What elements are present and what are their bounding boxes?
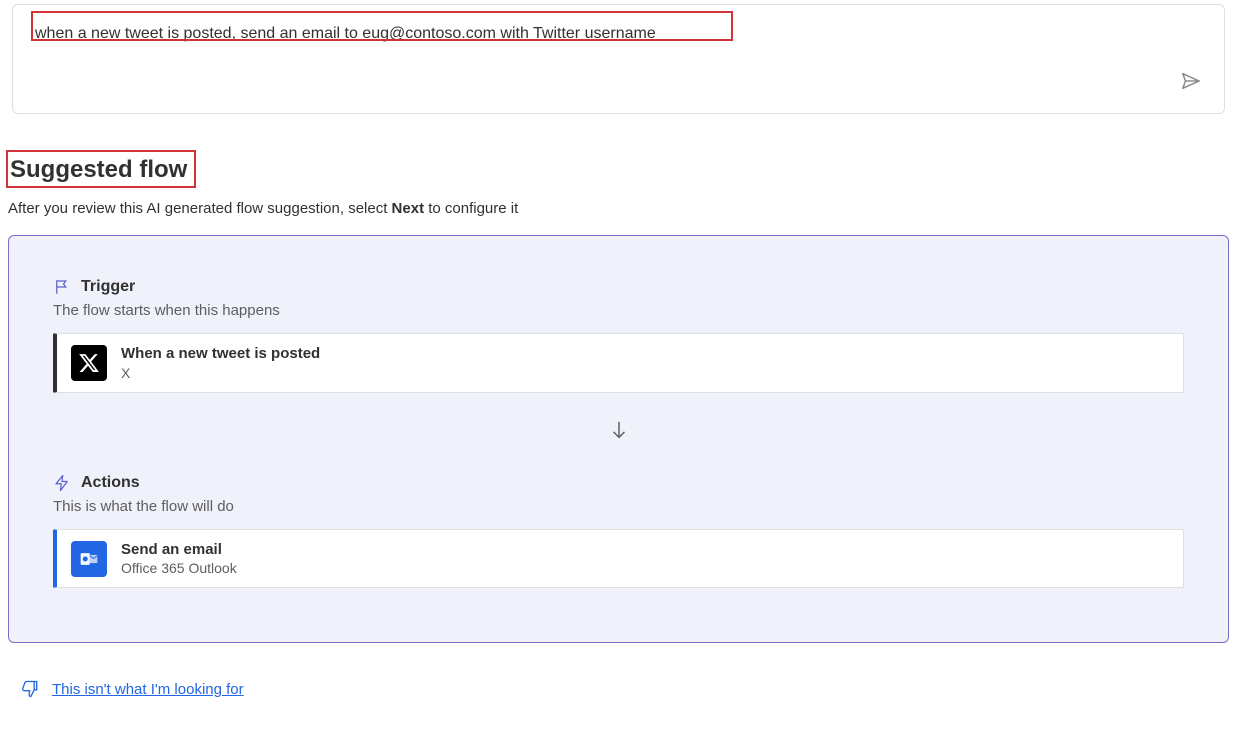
trigger-label: Trigger [81,278,135,296]
action-step-title: Send an email [121,540,237,560]
arrow-down-icon [608,419,630,441]
trigger-step-title: When a new tweet is posted [121,344,320,364]
thumbs-down-icon [20,679,40,699]
section-subtitle: After you review this AI generated flow … [8,200,1237,217]
subtitle-after: to configure it [424,200,518,217]
trigger-step-card[interactable]: When a new tweet is posted X [53,333,1184,393]
prompt-input-card[interactable]: when a new tweet is posted, send an emai… [12,4,1225,114]
action-step-connector: Office 365 Outlook [121,559,237,577]
actions-description: This is what the flow will do [53,498,1184,515]
trigger-step-connector: X [121,364,320,382]
feedback-link[interactable]: This isn't what I'm looking for [52,681,244,698]
outlook-logo-icon [71,541,107,577]
flow-arrow [53,419,1184,446]
trigger-header: Trigger [53,278,1184,296]
subtitle-bold: Next [392,200,425,217]
trigger-step-text: When a new tweet is posted X [121,344,320,382]
subtitle-before: After you review this AI generated flow … [8,200,392,217]
prompt-text[interactable]: when a new tweet is posted, send an emai… [33,19,1204,49]
actions-label: Actions [81,474,140,492]
feedback-row: This isn't what I'm looking for [20,679,1237,699]
section-title-wrap: Suggested flow [6,156,1237,184]
send-button[interactable] [1176,66,1206,99]
x-logo-icon [71,345,107,381]
suggested-flow-title: Suggested flow [10,156,1237,184]
flag-icon [53,278,71,296]
flow-panel: Trigger The flow starts when this happen… [8,235,1229,643]
send-icon [1180,70,1202,92]
lightning-icon [53,474,71,492]
action-step-card[interactable]: Send an email Office 365 Outlook [53,529,1184,589]
actions-header: Actions [53,474,1184,492]
action-step-text: Send an email Office 365 Outlook [121,540,237,578]
trigger-description: The flow starts when this happens [53,302,1184,319]
